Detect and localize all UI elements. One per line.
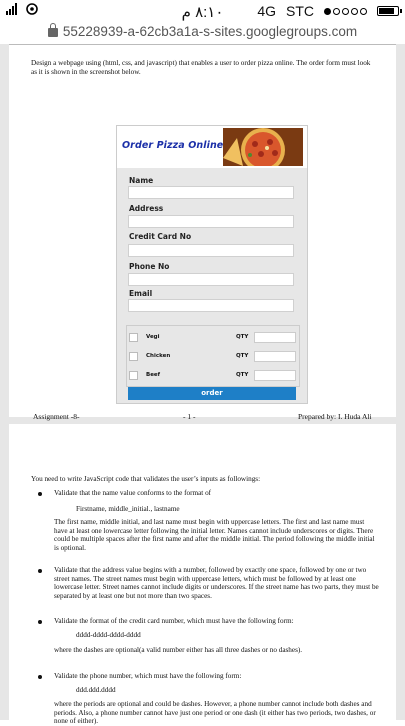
name-rule-format: Firstname, middle_initial., lastname <box>76 505 180 513</box>
bullet-icon <box>38 620 42 624</box>
beef-checkbox <box>129 371 138 380</box>
address-rule-desc: Validate that the address value begins w… <box>54 566 379 600</box>
bullet-icon <box>38 675 42 679</box>
email-field <box>128 299 294 312</box>
address-bar[interactable]: 55228939-a-62cb3a1a-s-sites.googlegroups… <box>0 22 405 42</box>
email-label: Email <box>129 289 153 298</box>
qty-field <box>254 351 296 362</box>
status-right: 4G STC <box>257 3 402 19</box>
item-name: Vegi <box>146 334 160 340</box>
banner-title: Order Pizza Online <box>122 140 224 151</box>
page2-intro: You need to write JavaScript code that v… <box>31 475 261 483</box>
credit-card-field <box>128 244 294 257</box>
order-item-row: Beef QTY <box>127 369 299 383</box>
url-text: 55228939-a-62cb3a1a-s-sites.googlegroups… <box>62 24 358 39</box>
name-rule-title: Validate that the name value conforms to… <box>54 489 212 497</box>
signal-dots-icon <box>324 7 367 15</box>
phone-label: Phone No <box>129 262 170 271</box>
document-page-1: Design a webpage using (html, css, and j… <box>9 44 396 421</box>
network-type: 4G <box>257 3 276 19</box>
qty-label: QTY <box>236 334 249 340</box>
credit-card-label: Credit Card No <box>129 232 192 241</box>
card-rule-format: dddd-dddd-dddd-dddd <box>76 631 141 639</box>
pizza-order-form-screenshot: Order Pizza Online Name Address Credit C… <box>116 125 308 404</box>
pizza-image-icon <box>223 128 303 166</box>
order-items-box: Vegi QTY Chicken QTY Beef QTY <box>126 325 300 387</box>
qty-field <box>254 370 296 381</box>
vegi-checkbox <box>129 333 138 342</box>
phone-rule-title: Validate the phone number, which must ha… <box>54 672 242 680</box>
phone-rule-format: ddd.ddd.dddd <box>76 686 116 694</box>
document-page-2: You need to write JavaScript code that v… <box>9 424 396 725</box>
battery-icon <box>377 6 402 16</box>
address-field <box>128 215 294 228</box>
name-label: Name <box>129 176 154 185</box>
qty-label: QTY <box>236 353 249 359</box>
name-field <box>128 186 294 199</box>
chicken-checkbox <box>129 352 138 361</box>
order-item-row: Vegi QTY <box>127 331 299 345</box>
item-name: Chicken <box>146 353 171 359</box>
footer-page-number: - 1 - <box>183 412 196 421</box>
address-label: Address <box>129 204 164 213</box>
lock-icon <box>47 23 58 37</box>
footer-right: Prepared by: I. Huda Ali <box>298 412 372 421</box>
order-item-row: Chicken QTY <box>127 350 299 364</box>
name-rule-desc: The first name, middle initial, and last… <box>54 518 375 552</box>
card-rule-desc: where the dashes are optional(a valid nu… <box>54 646 303 654</box>
page1-intro: Design a webpage using (html, css, and j… <box>31 59 371 76</box>
form-banner: Order Pizza Online <box>117 126 307 168</box>
bullet-icon <box>38 492 42 496</box>
bullet-icon <box>38 569 42 573</box>
phone-field <box>128 273 294 286</box>
carrier-name: STC <box>286 3 314 19</box>
phone-rule-desc: where the periods are optional and could… <box>54 700 376 726</box>
order-button: order <box>128 387 296 400</box>
footer-left: Assignment -8- <box>33 412 80 421</box>
qty-label: QTY <box>236 372 249 378</box>
status-bar: ٨:١٠ م 4G STC <box>0 0 405 22</box>
qty-field <box>254 332 296 343</box>
item-name: Beef <box>146 372 161 378</box>
card-rule-title: Validate the format of the credit card n… <box>54 617 294 625</box>
